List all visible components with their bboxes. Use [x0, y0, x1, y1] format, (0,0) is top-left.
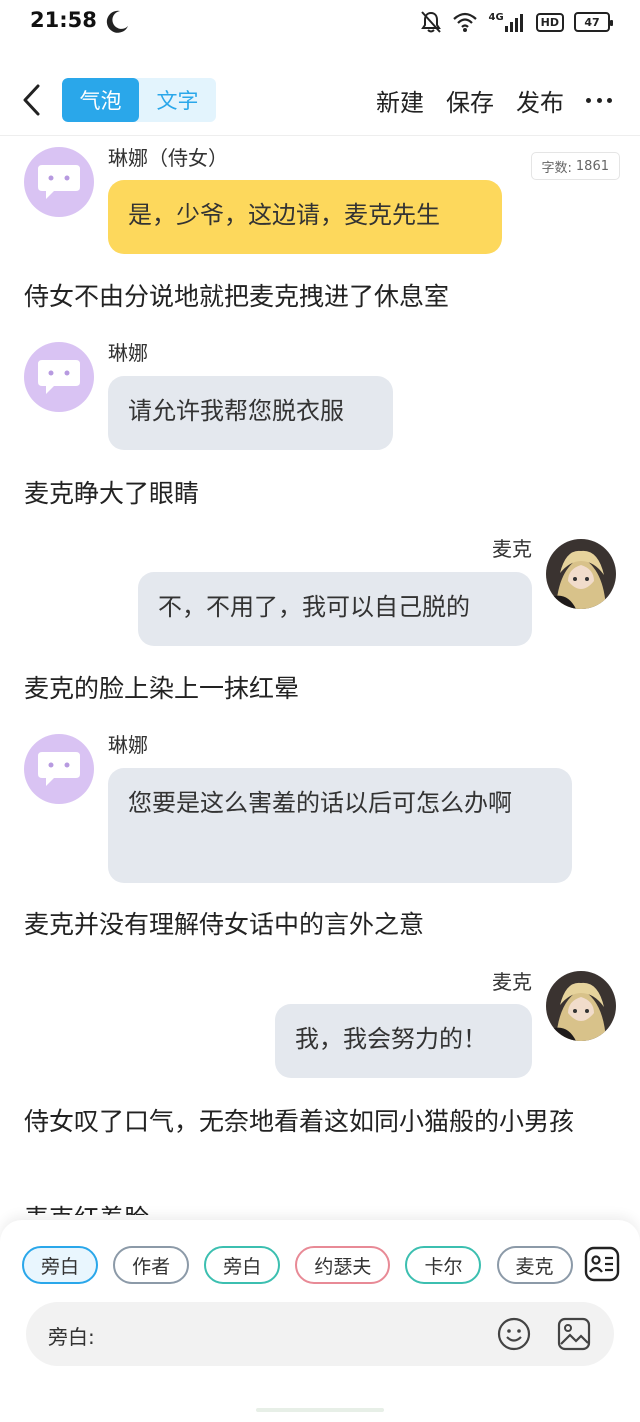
- wifi-icon: [453, 12, 478, 32]
- chat-bot-avatar-icon[interactable]: [24, 734, 94, 804]
- narration-text[interactable]: 麦克的脸上染上一抹红晕: [24, 669, 616, 709]
- message-input[interactable]: [106, 1316, 486, 1352]
- hd-badge: HD: [535, 12, 564, 32]
- network-type: 4G: [488, 11, 504, 23]
- narration-text[interactable]: 麦克红着脸: [24, 1199, 616, 1215]
- message-bubble[interactable]: 您要是这么害羞的话以后可怎么办啊: [108, 768, 572, 883]
- moon-icon: [106, 10, 128, 33]
- message-bubble[interactable]: 是，少爷，这边请，麦克先生: [108, 180, 502, 254]
- mode-toggle: 气泡 文字: [62, 78, 216, 122]
- status-bar: 21:58 4G HD 47: [0, 0, 640, 44]
- role-chip[interactable]: 旁白: [204, 1246, 281, 1284]
- header-actions: 新建 保存 发布: [376, 78, 612, 122]
- status-icons: 4G HD 47: [420, 8, 613, 36]
- word-count-label: 字数:: [541, 160, 572, 176]
- speaker-name: 琳娜: [108, 341, 148, 365]
- battery-indicator: 47: [574, 12, 613, 32]
- message-bubble[interactable]: 不，不用了，我可以自己脱的: [138, 572, 532, 646]
- input-role-label: 旁白:: [48, 1325, 95, 1349]
- narration-text[interactable]: 麦克并没有理解侍女话中的言外之意: [24, 905, 616, 945]
- back-arrow-icon[interactable]: [18, 80, 48, 120]
- narration-text[interactable]: 麦克睁大了眼睛: [24, 474, 616, 514]
- role-selector: 旁白 作者 旁白 约瑟夫 卡尔 麦克: [22, 1246, 582, 1284]
- new-button[interactable]: 新建: [376, 83, 424, 118]
- cast-list-icon[interactable]: [584, 1246, 620, 1282]
- speaker-name: 麦克: [492, 970, 532, 994]
- narration-text[interactable]: 侍女叹了口气，无奈地看着这如同小猫般的小男孩: [24, 1102, 616, 1142]
- speaker-name: 麦克: [492, 537, 532, 561]
- chat-bot-avatar-icon[interactable]: [24, 147, 94, 217]
- signal-icon: [504, 14, 523, 32]
- role-chip[interactable]: 作者: [113, 1246, 190, 1284]
- publish-button[interactable]: 发布: [516, 83, 564, 118]
- editor-header: 气泡 文字 新建 保存 发布: [0, 64, 640, 136]
- word-count-badge: 字数: 1861: [530, 152, 620, 180]
- more-dots-icon[interactable]: [586, 96, 612, 104]
- chat-area[interactable]: 琳娜（侍女） 是，少爷，这边请，麦克先生 侍女不由分说地就把麦克拽进了休息室 琳…: [0, 137, 640, 1215]
- message-bubble[interactable]: 我，我会努力的！: [275, 1004, 532, 1078]
- image-icon[interactable]: [556, 1316, 592, 1352]
- home-indicator: [256, 1408, 384, 1412]
- role-chip[interactable]: 约瑟夫: [295, 1246, 391, 1284]
- mute-bell-icon: [421, 11, 442, 33]
- mike-avatar[interactable]: [546, 971, 616, 1041]
- word-count-value: 1861: [575, 158, 609, 174]
- status-time: 21:58: [30, 8, 97, 32]
- speaker-name: 琳娜（侍女）: [108, 146, 228, 170]
- narration-text[interactable]: 侍女不由分说地就把麦克拽进了休息室: [24, 277, 616, 317]
- tab-text[interactable]: 文字: [139, 78, 216, 122]
- tab-bubble[interactable]: 气泡: [62, 78, 139, 122]
- speaker-name: 琳娜: [108, 733, 148, 757]
- mike-avatar[interactable]: [546, 539, 616, 609]
- emoji-icon[interactable]: [496, 1316, 532, 1352]
- message-input-bar: 旁白:: [26, 1302, 614, 1366]
- message-bubble[interactable]: 请允许我帮您脱衣服: [108, 376, 393, 450]
- chat-bot-avatar-icon[interactable]: [24, 342, 94, 412]
- save-button[interactable]: 保存: [446, 83, 494, 118]
- role-chip[interactable]: 旁白: [22, 1246, 99, 1284]
- role-chip[interactable]: 卡尔: [405, 1246, 482, 1284]
- role-chip[interactable]: 麦克: [496, 1246, 573, 1284]
- input-panel: 旁白 作者 旁白 约瑟夫 卡尔 麦克 旁白:: [0, 1220, 640, 1422]
